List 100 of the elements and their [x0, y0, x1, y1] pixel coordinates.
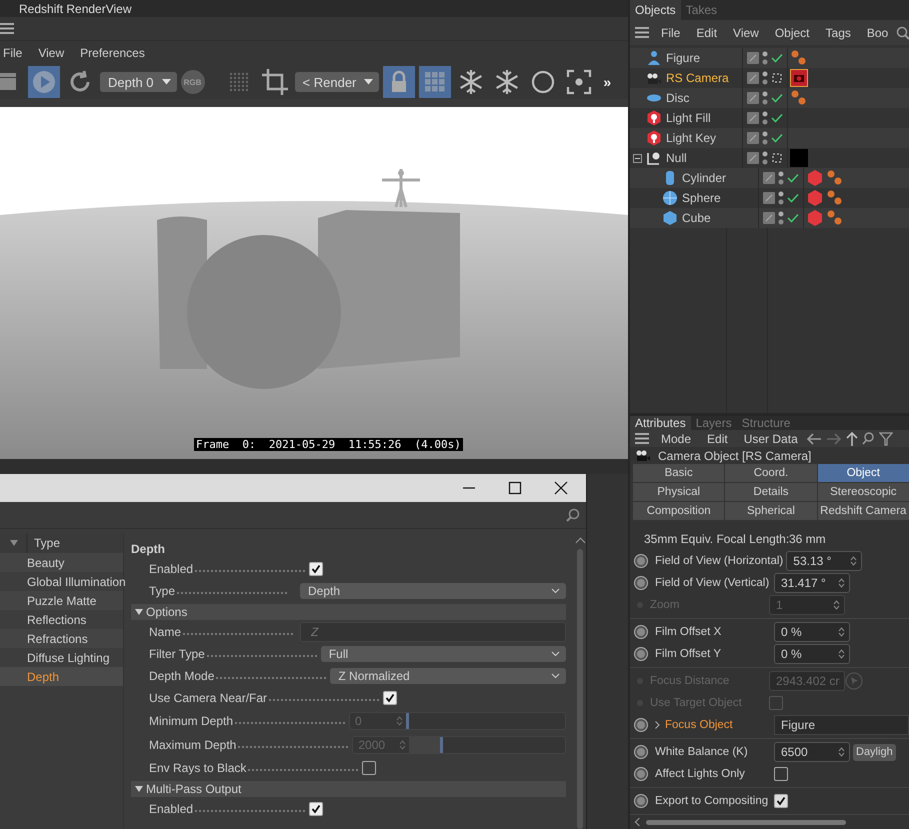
menu-icon[interactable]: [635, 27, 649, 38]
phong-tag-icon[interactable]: [826, 209, 844, 227]
menu-item[interactable]: Preferences: [72, 46, 153, 60]
menu-item[interactable]: Boo: [858, 26, 896, 40]
object-name[interactable]: Null: [666, 151, 687, 165]
checkmark-icon[interactable]: [787, 173, 799, 183]
menu-item[interactable]: Mode: [653, 432, 700, 446]
expand-triangle-icon[interactable]: [135, 608, 143, 616]
caret-icon[interactable]: [364, 79, 374, 85]
checkmark-icon[interactable]: [771, 53, 783, 63]
phong-tag-icon[interactable]: [826, 189, 844, 207]
spinner-icon[interactable]: [850, 555, 858, 567]
animation-dot-icon[interactable]: [634, 554, 648, 568]
attribute-tab[interactable]: Stereoscopic: [818, 483, 909, 501]
attribute-tab[interactable]: Physical: [633, 483, 724, 501]
checkmark-icon[interactable]: [771, 113, 783, 123]
checkbox[interactable]: [774, 794, 788, 808]
checkbox[interactable]: [309, 802, 324, 816]
menu-item[interactable]: View: [30, 46, 72, 60]
checkbox[interactable]: [362, 761, 376, 775]
visibility-dots-icon[interactable]: [778, 211, 784, 225]
dropdown[interactable]: Depth 0: [100, 72, 177, 92]
object-name[interactable]: RS Camera: [666, 71, 729, 85]
object-name[interactable]: Cube: [682, 211, 711, 225]
visibility-dots-icon[interactable]: [762, 91, 768, 105]
checkbox[interactable]: [774, 767, 788, 781]
dropdown[interactable]: Depth: [300, 583, 566, 599]
visibility-dots-icon[interactable]: [762, 151, 768, 165]
search-icon[interactable]: [896, 26, 909, 40]
dashed-square-icon[interactable]: [771, 153, 783, 163]
close-icon[interactable]: [554, 481, 568, 495]
filter-icon[interactable]: [878, 432, 893, 446]
pass-list-item[interactable]: Depth: [0, 667, 123, 686]
attribute-tab[interactable]: Spherical: [725, 502, 817, 520]
visibility-dots-icon[interactable]: [762, 111, 768, 125]
collapse-toggle-icon[interactable]: [633, 154, 642, 162]
animation-dot-icon[interactable]: [634, 794, 648, 808]
attribute-tab[interactable]: Object: [818, 464, 909, 482]
back-arrow-icon[interactable]: [806, 432, 822, 445]
number-field[interactable]: 31.417 °: [774, 573, 850, 593]
number-field[interactable]: 53.13 °: [786, 551, 862, 571]
spinner-icon[interactable]: [838, 626, 845, 638]
checkmark-icon[interactable]: [787, 213, 799, 223]
chevron-down-icon[interactable]: [551, 588, 560, 594]
menu-item[interactable]: File: [0, 46, 30, 60]
menu-item[interactable]: Edit: [688, 26, 726, 40]
dropdown[interactable]: Z Normalized: [330, 668, 566, 684]
chevron-down-icon[interactable]: [551, 651, 560, 657]
pass-list-item[interactable]: Beauty: [0, 553, 123, 572]
menu-icon[interactable]: [635, 433, 649, 444]
name-input-field[interactable]: Z: [300, 622, 566, 642]
preset-button[interactable]: Dayligh: [853, 744, 896, 760]
menu-item[interactable]: Object: [766, 26, 818, 40]
menu-item[interactable]: View: [725, 26, 767, 40]
attribute-tab[interactable]: Redshift Camera: [818, 502, 909, 520]
overflow-button[interactable]: »: [599, 74, 616, 90]
phong-tag-icon[interactable]: [826, 169, 844, 187]
up-arrow-icon[interactable]: [846, 430, 858, 447]
dropdown[interactable]: Full: [320, 646, 566, 662]
object-name[interactable]: Sphere: [682, 191, 721, 205]
menu-item[interactable]: File: [653, 26, 688, 40]
number-field[interactable]: 6500: [774, 742, 850, 762]
scrollbar[interactable]: [646, 820, 846, 824]
number-field[interactable]: 0 %: [774, 644, 850, 664]
search-icon[interactable]: [566, 508, 580, 522]
link-field[interactable]: Figure: [774, 715, 909, 735]
animation-dot-icon[interactable]: [634, 745, 648, 759]
animation-dot-icon[interactable]: [634, 576, 648, 590]
search-icon[interactable]: [862, 432, 875, 446]
object-name[interactable]: Cylinder: [682, 171, 726, 185]
visibility-dots-icon[interactable]: [778, 191, 784, 205]
phong-tag-icon[interactable]: [790, 89, 808, 107]
visibility-dots-icon[interactable]: [762, 51, 768, 65]
animation-dot-icon[interactable]: [634, 718, 648, 732]
object-name[interactable]: Figure: [666, 51, 700, 65]
sort-arrow-icon[interactable]: [10, 540, 18, 546]
expand-triangle-icon[interactable]: [135, 785, 143, 793]
animation-dot-icon[interactable]: [634, 625, 648, 639]
attribute-tab[interactable]: Details: [725, 483, 817, 501]
phong-tag-icon[interactable]: [790, 49, 808, 67]
menu-icon[interactable]: [0, 23, 14, 34]
attribute-tab[interactable]: Basic: [633, 464, 724, 482]
checkbox[interactable]: [309, 562, 324, 576]
visibility-dots-icon[interactable]: [762, 71, 768, 85]
attribute-tab[interactable]: Composition: [633, 502, 724, 520]
checkmark-icon[interactable]: [771, 133, 783, 143]
spinner-icon[interactable]: [838, 577, 845, 589]
checkmark-icon[interactable]: [787, 193, 799, 203]
checkmark-icon[interactable]: [771, 93, 783, 103]
checkbox[interactable]: [383, 691, 398, 705]
spinner-icon[interactable]: [838, 648, 845, 660]
spinner-icon[interactable]: [833, 599, 840, 611]
dropdown[interactable]: < Render: [294, 72, 380, 92]
visibility-dots-icon[interactable]: [778, 171, 784, 185]
spinner-icon[interactable]: [838, 746, 845, 758]
scrollbar[interactable]: [577, 549, 583, 829]
chevron-right-icon[interactable]: [655, 720, 660, 729]
camera-tag-icon[interactable]: [790, 69, 808, 87]
maximize-icon[interactable]: [508, 481, 522, 495]
menu-item[interactable]: Edit: [699, 432, 736, 446]
